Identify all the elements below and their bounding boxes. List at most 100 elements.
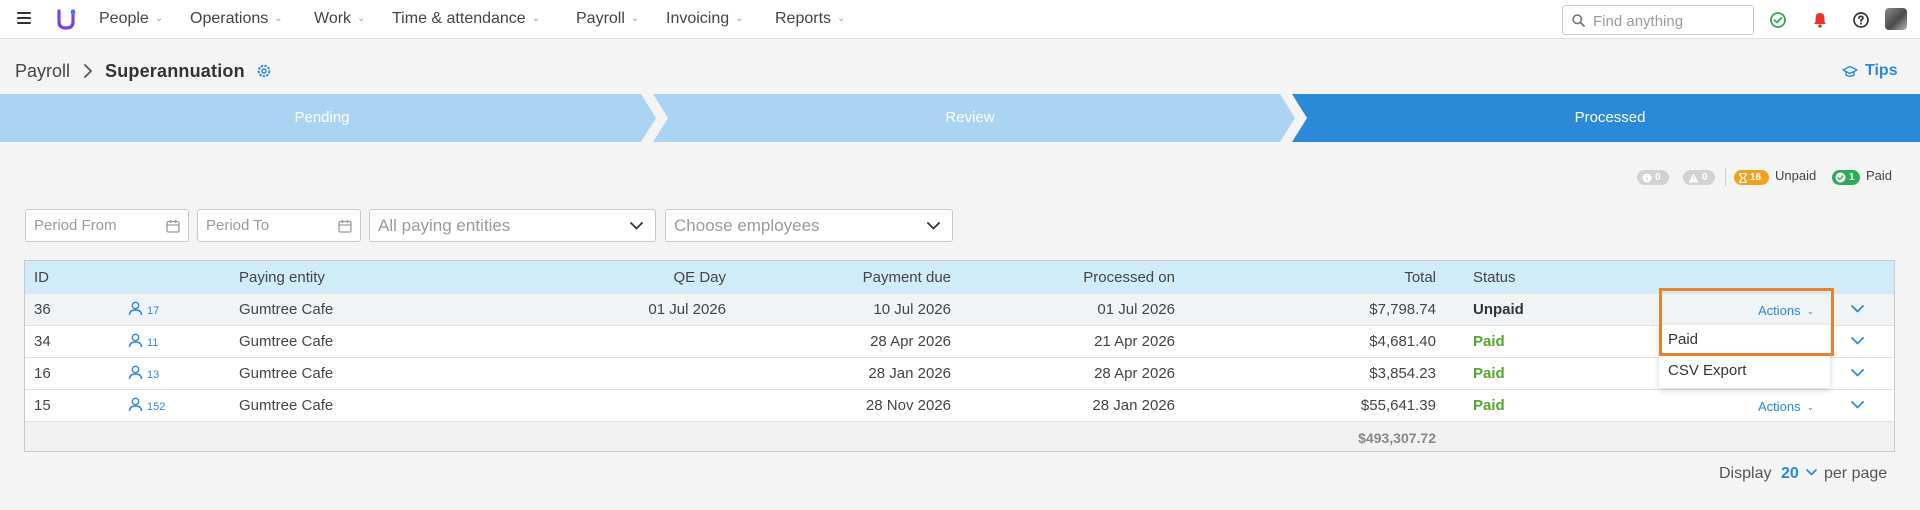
- col-paying-entity[interactable]: Paying entity: [239, 269, 325, 286]
- table-header: ID Paying entity QE Day Payment due Proc…: [25, 261, 1894, 293]
- help-icon[interactable]: [1852, 11, 1870, 29]
- search-input[interactable]: [1593, 11, 1743, 31]
- col-processed-on[interactable]: Processed on: [995, 269, 1175, 286]
- employee-count-value: 17: [147, 305, 160, 317]
- actions-button[interactable]: Actions ⌄: [1758, 399, 1814, 414]
- period-from-placeholder: Period From: [34, 217, 117, 234]
- chevron-down-icon: ⌄: [837, 13, 846, 24]
- processed-on: 28 Jan 2026: [1092, 397, 1175, 414]
- info-counter[interactable]: 0: [1637, 170, 1669, 185]
- paying-entity: Gumtree Cafe: [239, 365, 334, 382]
- calendar-icon[interactable]: [338, 219, 352, 233]
- top-navigation: People ⌄ Operations ⌄ Work ⌄ Time & attenda…: [0, 0, 1920, 39]
- expand-row-icon[interactable]: [1851, 401, 1864, 409]
- info-count: 0: [1655, 171, 1661, 183]
- row-id: 16: [34, 365, 51, 382]
- workflow-stepper: Pending Review Processed: [0, 94, 1920, 142]
- chevron-down-icon: ⌄: [274, 13, 283, 24]
- paying-entity: Gumtree Cafe: [239, 301, 334, 318]
- chevron-down-icon: [927, 222, 940, 230]
- check-circle-icon[interactable]: [1769, 11, 1787, 29]
- warning-icon: [1688, 173, 1699, 182]
- chevron-down-icon: ⌄: [630, 13, 640, 24]
- payment-due: 28 Apr 2026: [870, 333, 951, 350]
- row-id: 34: [34, 333, 51, 350]
- tips-link[interactable]: Tips: [1865, 62, 1898, 80]
- user-icon: [128, 301, 143, 316]
- table-row[interactable]: 16 13 Gumtree Cafe 28 Jan 2026 28 Apr 20…: [25, 357, 1894, 389]
- step-processed[interactable]: Processed: [1300, 109, 1920, 126]
- expand-row-icon[interactable]: [1851, 305, 1864, 313]
- col-status[interactable]: Status: [1473, 269, 1516, 286]
- highlight-box: [1659, 288, 1834, 356]
- step-review[interactable]: Review: [660, 109, 1280, 126]
- expand-row-icon[interactable]: [1851, 369, 1864, 377]
- col-payment-due[interactable]: Payment due: [795, 269, 951, 286]
- warning-counter[interactable]: 0: [1683, 170, 1715, 185]
- avatar[interactable]: [1885, 8, 1907, 30]
- table-footer: $493,307.72: [25, 421, 1894, 451]
- col-qe-day[interactable]: QE Day: [605, 269, 726, 286]
- row-total: $7,798.74: [1369, 301, 1436, 318]
- status-badge: Paid: [1473, 397, 1505, 414]
- table-row[interactable]: 15 152 Gumtree Cafe 28 Nov 2026 28 Jan 2…: [25, 389, 1894, 421]
- row-id: 15: [34, 397, 51, 414]
- paid-label: Paid: [1866, 168, 1893, 183]
- payment-due: 28 Nov 2026: [865, 397, 951, 414]
- nav-payroll[interactable]: Payroll ⌄: [576, 10, 639, 28]
- menu-icon[interactable]: [17, 12, 31, 26]
- page-title: Superannuation: [105, 61, 245, 81]
- user-icon: [128, 365, 143, 380]
- status-badge: Paid: [1473, 333, 1505, 350]
- per-page-label: Display: [1719, 465, 1772, 482]
- nav-time-attendance[interactable]: Time & attendance ⌄: [392, 10, 540, 28]
- period-to-field[interactable]: Period To: [197, 209, 361, 242]
- nav-invoicing[interactable]: Invoicing ⌄: [666, 10, 744, 28]
- table-row[interactable]: 34 11 Gumtree Cafe 28 Apr 2026 21 Apr 20…: [25, 325, 1894, 357]
- breadcrumb[interactable]: Payroll: [15, 61, 70, 82]
- gear-icon[interactable]: [257, 64, 271, 78]
- warning-count: 0: [1702, 171, 1708, 183]
- processed-on: 21 Apr 2026: [1094, 333, 1175, 350]
- hourglass-icon: [1739, 172, 1747, 183]
- global-search[interactable]: [1562, 5, 1754, 35]
- nav-work[interactable]: Work ⌄: [314, 10, 365, 28]
- employees-placeholder: Choose employees: [674, 216, 820, 235]
- paid-count: 1: [1849, 171, 1855, 183]
- paying-entity: Gumtree Cafe: [239, 333, 334, 350]
- per-page-select[interactable]: 20: [1781, 465, 1818, 483]
- period-to-placeholder: Period To: [206, 217, 270, 234]
- employee-count-value: 11: [147, 337, 159, 349]
- col-total[interactable]: Total: [1275, 269, 1436, 286]
- nav-operations-label: Operations: [190, 10, 269, 27]
- actions-label: Actions: [1758, 399, 1801, 414]
- processed-on: 28 Apr 2026: [1094, 365, 1175, 382]
- nav-reports[interactable]: Reports ⌄: [775, 10, 845, 28]
- menu-item-csv-export[interactable]: CSV Export: [1668, 362, 1746, 379]
- expand-row-icon[interactable]: [1851, 337, 1864, 345]
- chevron-down-icon: ⌄: [531, 13, 541, 24]
- bell-icon[interactable]: [1811, 11, 1829, 29]
- per-page-suffix: per page: [1824, 465, 1888, 482]
- row-total: $3,854.23: [1369, 365, 1436, 382]
- nav-operations[interactable]: Operations ⌄: [190, 10, 283, 28]
- employee-count-value: 13: [147, 369, 160, 381]
- nav-work-label: Work: [314, 10, 352, 27]
- chevron-down-icon: [630, 222, 643, 230]
- paying-entities-select[interactable]: All paying entities: [369, 209, 656, 242]
- calendar-icon[interactable]: [166, 219, 180, 233]
- grand-total: $493,307.72: [1358, 430, 1436, 446]
- paid-counter[interactable]: 1: [1832, 170, 1860, 185]
- graduation-cap-icon: [1842, 65, 1858, 77]
- period-from-field[interactable]: Period From: [25, 209, 189, 242]
- unpaid-counter[interactable]: 18: [1734, 170, 1769, 185]
- qe-day: 01 Jul 2026: [648, 301, 726, 318]
- employees-select[interactable]: Choose employees: [665, 209, 953, 242]
- divider: [1725, 168, 1726, 186]
- nav-people[interactable]: People ⌄: [99, 10, 163, 28]
- user-icon: [128, 397, 143, 412]
- step-pending[interactable]: Pending: [0, 109, 644, 126]
- col-id[interactable]: ID: [34, 269, 49, 286]
- table-row[interactable]: 36 17 Gumtree Cafe 01 Jul 2026 10 Jul 20…: [25, 293, 1894, 325]
- app-logo[interactable]: [56, 9, 76, 31]
